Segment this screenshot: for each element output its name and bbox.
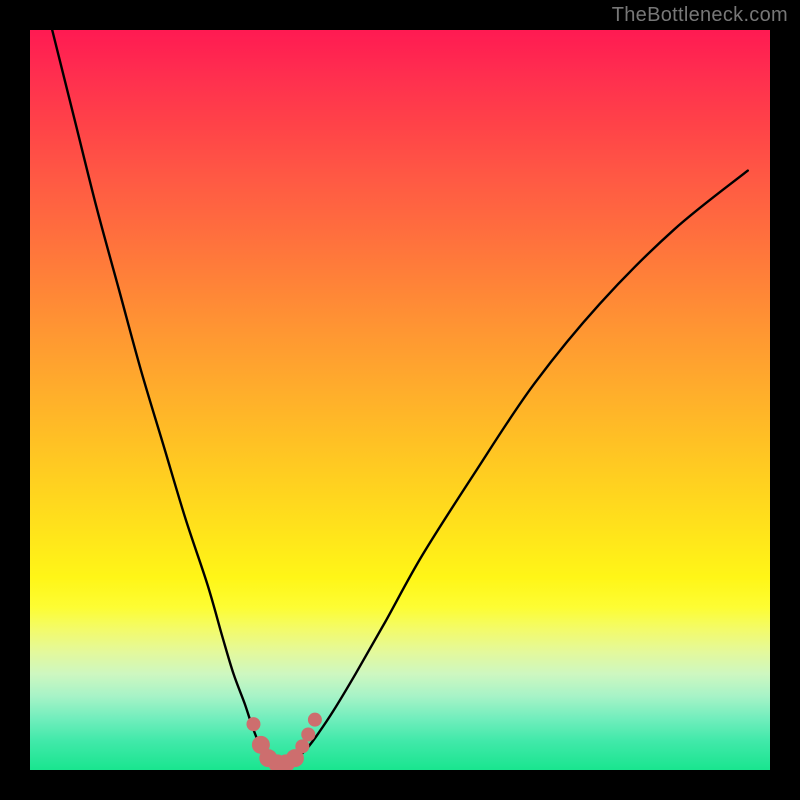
bottleneck-marker-8 bbox=[308, 713, 322, 727]
curve-layer bbox=[52, 30, 748, 764]
watermark-text: TheBottleneck.com bbox=[612, 4, 788, 27]
marker-layer bbox=[246, 713, 321, 770]
bottleneck-marker-6 bbox=[295, 739, 309, 753]
chart-svg bbox=[30, 30, 770, 770]
bottleneck-marker-7 bbox=[301, 727, 315, 741]
bottleneck-marker-0 bbox=[246, 717, 260, 731]
plot-area bbox=[30, 30, 770, 770]
series-left-curve bbox=[52, 30, 274, 761]
series-right-curve bbox=[296, 171, 747, 759]
outer-frame: TheBottleneck.com bbox=[0, 0, 800, 800]
